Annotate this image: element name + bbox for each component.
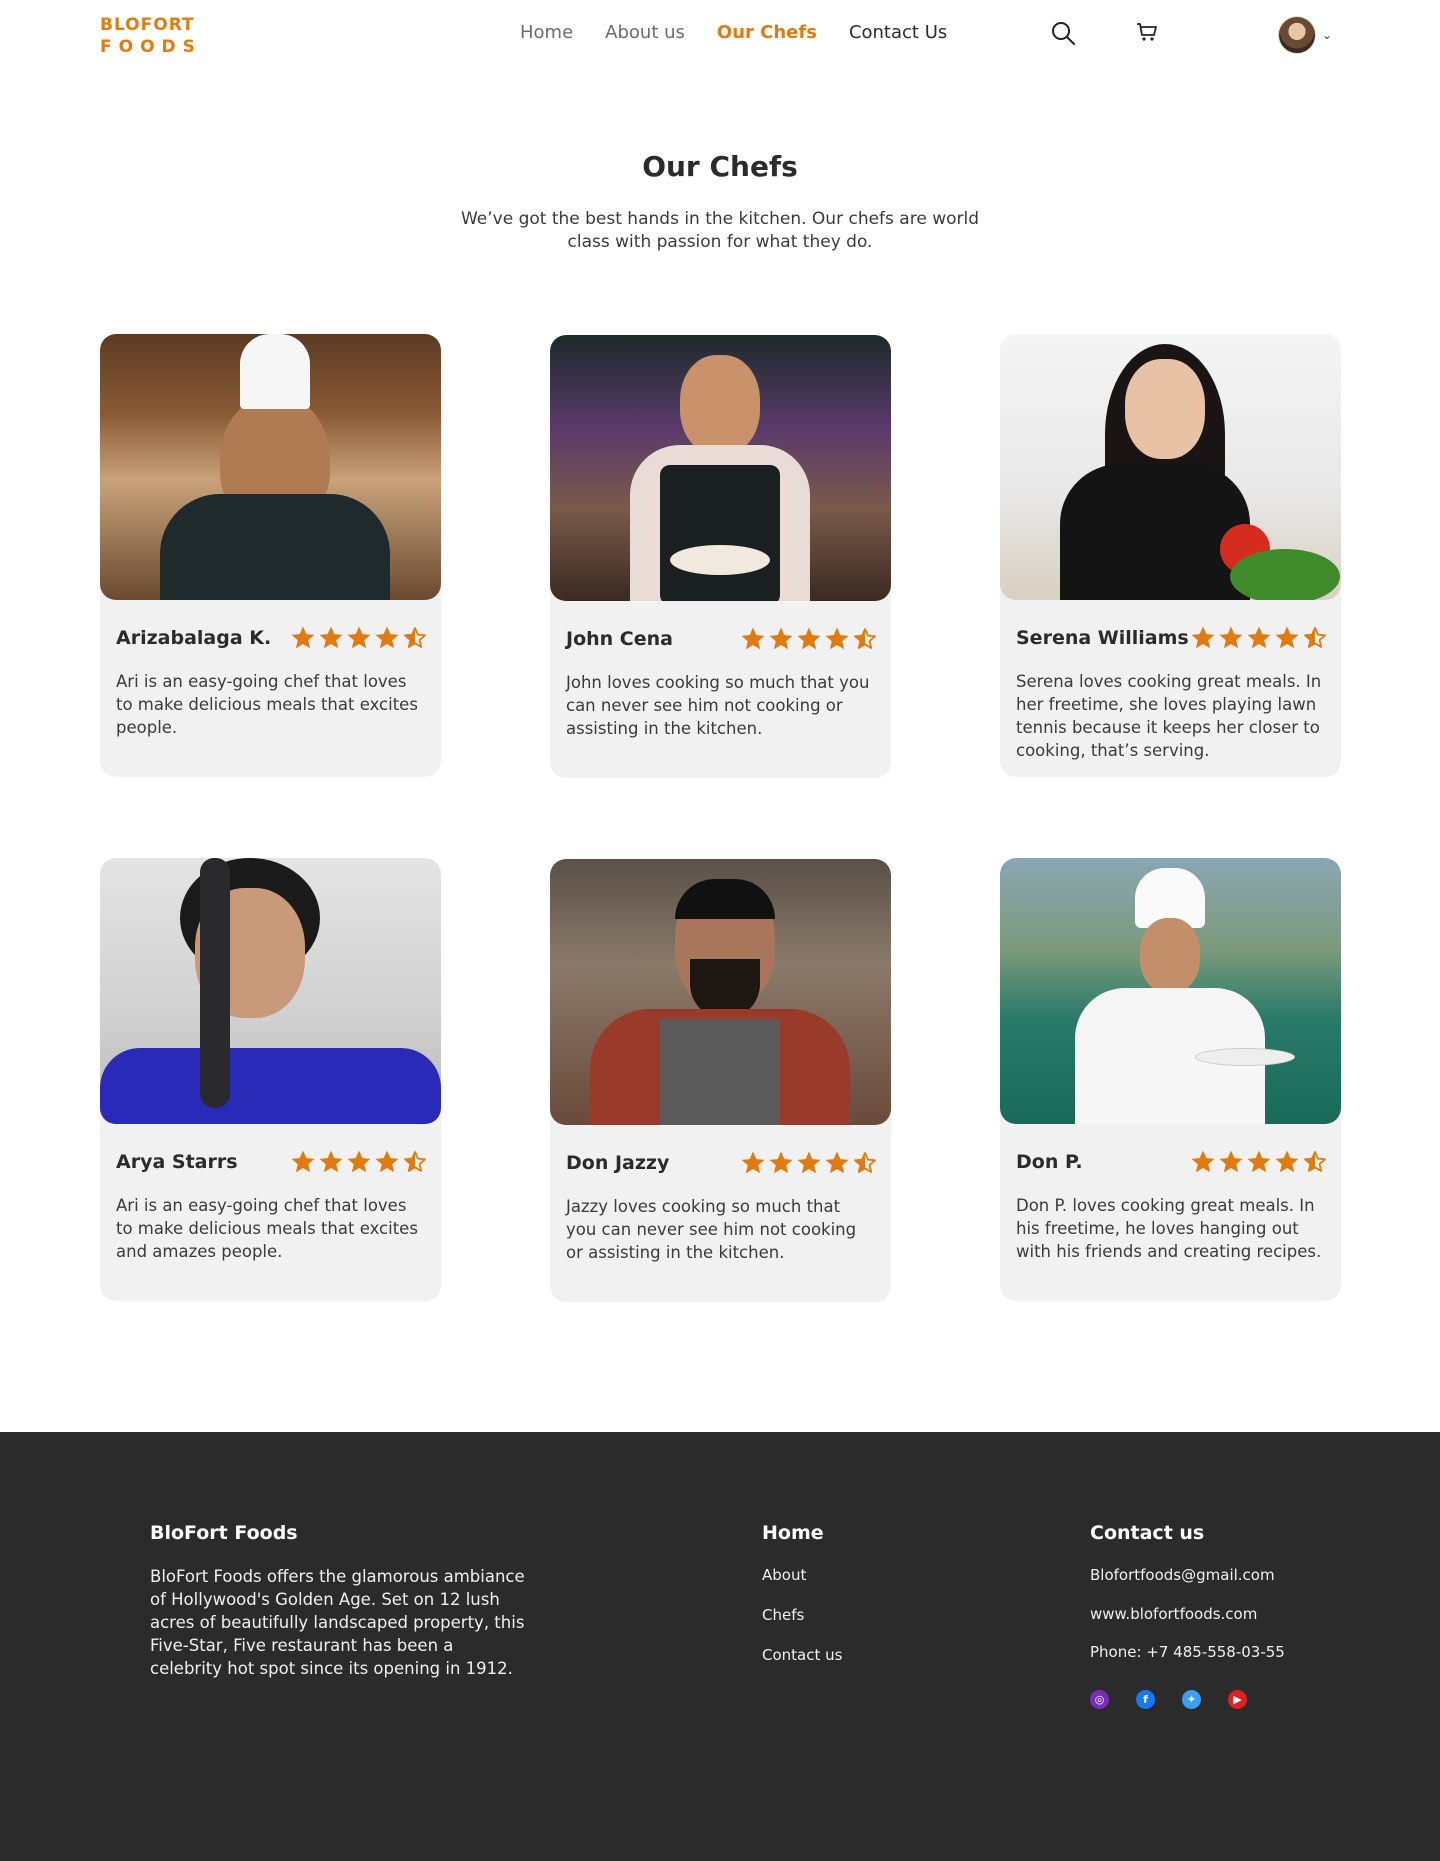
site-header: BLOFORT FOODS Home About us Our Chefs Co… (0, 0, 1440, 70)
star-rating (291, 626, 427, 650)
star-full-icon (741, 627, 765, 650)
youtube-icon[interactable]: ▶ (1228, 1690, 1247, 1709)
footer-link-contact[interactable]: Contact us (762, 1646, 842, 1664)
star-full-icon (825, 627, 849, 650)
star-full-icon (375, 626, 399, 649)
avatar[interactable] (1278, 16, 1316, 54)
star-full-icon (319, 1150, 343, 1173)
chef-card[interactable]: Arizabalaga K. Ari is an easy-going chef… (100, 334, 441, 777)
page-subtitle: We’ve got the best hands in the kitchen.… (460, 209, 980, 252)
star-full-icon (1247, 1150, 1271, 1173)
footer-nav-title[interactable]: Home (762, 1522, 824, 1544)
chef-card-header: Arya Starrs (116, 1150, 427, 1174)
chef-name: Don P. (1016, 1151, 1083, 1173)
chef-photo (100, 858, 441, 1124)
instagram-icon[interactable]: ◎ (1090, 1690, 1109, 1709)
star-rating (741, 627, 877, 651)
star-full-icon (1219, 1150, 1243, 1173)
star-full-icon (825, 1151, 849, 1174)
footer-link-chefs[interactable]: Chefs (762, 1606, 804, 1624)
footer-brand-title: BloFort Foods (150, 1522, 298, 1544)
footer-contact-title: Contact us (1090, 1522, 1205, 1544)
star-rating (291, 1150, 427, 1174)
footer-brand-text: BloFort Foods offers the glamorous ambia… (150, 1567, 525, 1678)
star-full-icon (375, 1150, 399, 1173)
star-half-icon (1304, 627, 1326, 648)
star-full-icon (1191, 626, 1215, 649)
nav-about-us[interactable]: About us (605, 22, 685, 43)
chef-card-header: John Cena (566, 627, 877, 651)
footer-link-about[interactable]: About (762, 1566, 806, 1584)
star-full-icon (291, 626, 315, 649)
footer-website[interactable]: www.blofortfoods.com (1090, 1605, 1257, 1623)
star-half-icon (1304, 1151, 1326, 1172)
star-full-icon (769, 1151, 793, 1174)
chef-description: Ari is an easy-going chef that loves to … (116, 672, 418, 737)
star-half-icon (404, 627, 426, 648)
chef-card[interactable]: Serena Williams Serena loves cooking gre… (1000, 334, 1341, 777)
chef-photo (1000, 334, 1341, 600)
star-full-icon (1191, 1150, 1215, 1173)
footer-phone: Phone: +7 485-558-03-55 (1090, 1643, 1285, 1661)
chef-name: Arizabalaga K. (116, 627, 272, 649)
logo-line-1: BLOFORT (100, 15, 195, 35)
cart-icon[interactable] (1135, 20, 1159, 48)
chef-name: Don Jazzy (566, 1152, 670, 1174)
chef-name: John Cena (566, 628, 673, 650)
nav-our-chefs[interactable]: Our Chefs (717, 22, 817, 43)
star-full-icon (769, 627, 793, 650)
facebook-icon[interactable]: f (1136, 1690, 1155, 1709)
footer-email[interactable]: Blofortfoods@gmail.com (1090, 1566, 1275, 1584)
chef-card-header: Don Jazzy (566, 1151, 877, 1175)
chef-description: Don P. loves cooking great meals. In his… (1016, 1196, 1322, 1261)
star-full-icon (797, 627, 821, 650)
chef-name: Serena Williams (1016, 627, 1189, 649)
star-rating (1191, 626, 1327, 650)
nav-contact-us[interactable]: Contact Us (849, 22, 947, 43)
star-full-icon (1219, 626, 1243, 649)
chef-card-header: Arizabalaga K. (116, 626, 427, 650)
chef-card[interactable]: Don Jazzy Jazzy loves cooking so much th… (550, 859, 891, 1302)
star-full-icon (741, 1151, 765, 1174)
star-full-icon (1247, 626, 1271, 649)
star-rating (741, 1151, 877, 1175)
site-footer: BloFort Foods BloFort Foods offers the g… (0, 1432, 1440, 1861)
star-full-icon (1275, 1150, 1299, 1173)
chef-card-header: Serena Williams (1016, 626, 1327, 650)
star-full-icon (319, 626, 343, 649)
star-full-icon (347, 1150, 371, 1173)
chef-card[interactable]: John Cena John loves cooking so much tha… (550, 335, 891, 778)
star-half-icon (854, 1152, 876, 1173)
star-full-icon (1275, 626, 1299, 649)
chef-photo (550, 335, 891, 601)
star-half-icon (404, 1151, 426, 1172)
chef-card[interactable]: Arya Starrs Ari is an easy-going chef th… (100, 858, 441, 1301)
chef-name: Arya Starrs (116, 1151, 238, 1173)
chef-photo (550, 859, 891, 1125)
chef-card[interactable]: Don P. Don P. loves cooking great meals.… (1000, 858, 1341, 1301)
star-rating (1191, 1150, 1327, 1174)
chef-description: John loves cooking so much that you can … (566, 673, 870, 738)
social-links: ◎ f ✦ ▶ (1090, 1690, 1247, 1709)
logo-line-2: FOODS (100, 37, 202, 57)
chevron-down-icon[interactable]: ⌄ (1322, 28, 1332, 42)
user-menu[interactable]: ⌄ (1278, 16, 1332, 54)
brand-logo[interactable]: BLOFORT FOODS (100, 14, 202, 58)
main-nav: Home About us Our Chefs Contact Us (520, 22, 947, 43)
star-full-icon (291, 1150, 315, 1173)
search-icon[interactable] (1050, 20, 1076, 50)
chef-description: Serena loves cooking great meals. In her… (1016, 672, 1322, 760)
star-full-icon (797, 1151, 821, 1174)
chef-card-header: Don P. (1016, 1150, 1327, 1174)
star-half-icon (854, 628, 876, 649)
chef-photo (1000, 858, 1341, 1124)
page-title: Our Chefs (642, 150, 798, 183)
chef-description: Ari is an easy-going chef that loves to … (116, 1196, 418, 1261)
star-full-icon (347, 626, 371, 649)
chef-photo (100, 334, 441, 600)
chef-description: Jazzy loves cooking so much that you can… (566, 1197, 857, 1262)
nav-home[interactable]: Home (520, 22, 573, 43)
twitter-icon[interactable]: ✦ (1182, 1690, 1201, 1709)
